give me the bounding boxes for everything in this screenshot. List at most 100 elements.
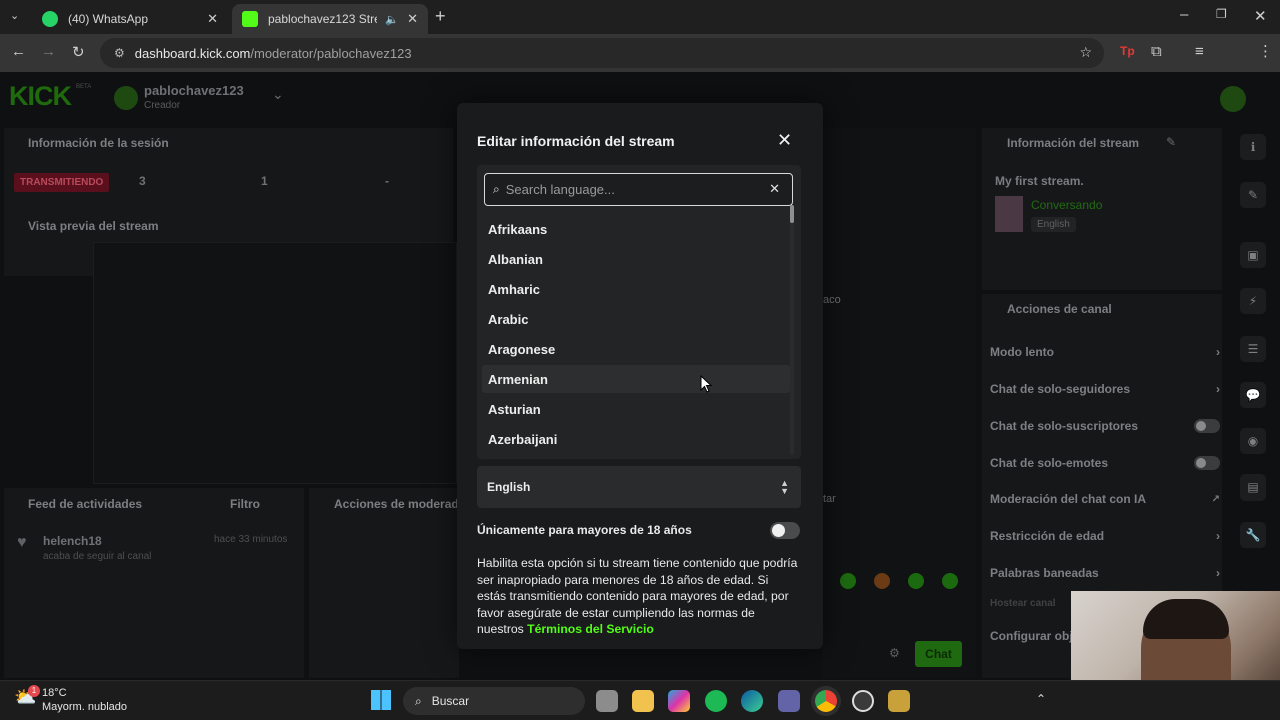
chat-send-button[interactable]: Chat xyxy=(915,641,962,667)
scrollbar-thumb[interactable] xyxy=(790,205,794,223)
edge-icon[interactable] xyxy=(741,690,763,712)
edit-stream-modal: Editar información del stream ✕ ⌕ ✕ Afri… xyxy=(457,103,823,649)
edit-icon[interactable]: ✎ xyxy=(1240,182,1266,208)
lightning-icon[interactable]: ⚡ xyxy=(1240,288,1266,314)
subscribers-only-toggle[interactable] xyxy=(1194,419,1220,433)
language-option[interactable]: Arabic xyxy=(482,305,790,333)
clear-search-icon[interactable]: ✕ xyxy=(769,181,780,197)
address-bar[interactable]: ⚙ dashboard.kick.com/moderator/pablochav… xyxy=(100,38,1104,68)
language-option[interactable]: Azerbaijani xyxy=(482,425,790,453)
mod-actions-title: Acciones de moderad xyxy=(334,497,459,511)
broadcast-icon[interactable]: ◉ xyxy=(1240,428,1266,454)
app-icon[interactable] xyxy=(888,690,910,712)
reload-icon[interactable]: ↻ xyxy=(72,43,85,61)
chat-bubble-icon[interactable]: 💬 xyxy=(1240,382,1266,408)
stream-preview[interactable] xyxy=(93,242,457,484)
taskbar-search[interactable]: ⌕ Buscar xyxy=(403,687,585,715)
chat-settings-icon[interactable]: ⚙ xyxy=(889,646,900,660)
chrome-menu-icon[interactable]: ⋮ xyxy=(1258,42,1273,60)
extensions-puzzle-icon[interactable]: ⧉ xyxy=(1151,43,1162,60)
language-option[interactable]: Amharic xyxy=(482,275,790,303)
close-icon[interactable]: ✕ xyxy=(407,11,418,27)
extension-tp-icon[interactable]: Tp xyxy=(1120,44,1135,58)
emotes-only-toggle[interactable] xyxy=(1194,456,1220,470)
tab-kick-stream[interactable]: pablochavez123 Stream - K 🔈 ✕ xyxy=(232,4,428,34)
bookmark-star-icon[interactable]: ☆ xyxy=(1079,44,1092,61)
action-subscribers-only[interactable]: Chat de solo-suscriptores xyxy=(990,419,1220,433)
session-title: Información de la sesión xyxy=(28,136,169,150)
edit-pencil-icon[interactable]: ✎ xyxy=(1166,135,1176,149)
kick-logo[interactable]: KICK xyxy=(9,81,72,112)
heart-icon: ♥ xyxy=(17,534,27,551)
site-info-icon[interactable]: ⚙ xyxy=(114,46,125,60)
wrench-icon[interactable]: 🔧 xyxy=(1240,522,1266,548)
feed-item-user[interactable]: helench18 xyxy=(43,534,102,548)
info-icon[interactable]: ℹ xyxy=(1240,134,1266,160)
language-select[interactable]: English ▲ ▼ xyxy=(477,466,801,508)
file-explorer-icon[interactable] xyxy=(632,690,654,712)
user-avatar[interactable] xyxy=(114,86,138,110)
language-search[interactable]: ⌕ ✕ xyxy=(484,173,793,206)
chat-panel xyxy=(822,128,976,678)
layout-icon[interactable]: ▤ xyxy=(1240,474,1266,500)
kick-icon xyxy=(242,11,258,27)
windows-start-icon[interactable] xyxy=(371,690,391,710)
obs-icon[interactable] xyxy=(852,690,874,712)
chrome-icon[interactable] xyxy=(815,690,837,712)
new-tab-icon[interactable]: + xyxy=(435,6,446,27)
emote-icon[interactable] xyxy=(840,573,856,589)
action-age-restriction[interactable]: Restricción de edad › xyxy=(990,529,1220,543)
mouse-cursor-icon xyxy=(700,375,712,393)
activity-feed-panel xyxy=(4,488,304,678)
forward-icon[interactable]: → xyxy=(41,43,56,60)
tab-search-icon[interactable]: ⌄ xyxy=(10,9,19,22)
close-icon[interactable]: ✕ xyxy=(777,130,792,151)
emote-icon[interactable] xyxy=(908,573,924,589)
language-option-hovered[interactable]: Armenian xyxy=(482,365,790,393)
teams-icon[interactable] xyxy=(778,690,800,712)
browser-toolbar: ← → ↻ ⚙ dashboard.kick.com/moderator/pab… xyxy=(0,34,1280,96)
header-avatar[interactable] xyxy=(1220,86,1246,112)
back-icon[interactable]: ← xyxy=(11,43,26,60)
close-icon[interactable]: ✕ xyxy=(207,11,218,27)
language-scrollbar[interactable] xyxy=(790,205,794,455)
language-option[interactable]: Aragonese xyxy=(482,335,790,363)
speaker-icon[interactable]: 🔈 xyxy=(385,13,399,26)
language-tag: English xyxy=(1031,217,1076,232)
search-icon: ⌕ xyxy=(415,693,422,708)
copilot-icon[interactable] xyxy=(668,690,690,712)
document-icon[interactable]: ☰ xyxy=(1240,336,1266,362)
media-control-icon[interactable]: ≡ xyxy=(1195,43,1204,60)
category-name[interactable]: Conversando xyxy=(1031,198,1102,212)
weather-desc: Mayorm. nublado xyxy=(42,701,127,713)
feed-item-text: acaba de seguir al canal xyxy=(43,551,152,562)
close-window-icon[interactable]: ✕ xyxy=(1254,7,1267,25)
chevron-down-icon[interactable]: ⌄ xyxy=(272,86,284,103)
terms-of-service-link[interactable]: Términos del Servicio xyxy=(527,622,654,636)
language-search-input[interactable] xyxy=(505,182,756,197)
camera-icon[interactable]: ▣ xyxy=(1240,242,1266,268)
emote-icon[interactable] xyxy=(874,573,890,589)
stat-viewers: 3 xyxy=(139,174,146,188)
feed-filter-button[interactable]: Filtro xyxy=(230,497,260,511)
tray-overflow-icon[interactable]: ⌃ xyxy=(1036,692,1046,706)
action-followers-only[interactable]: Chat de solo-seguidores › xyxy=(990,382,1220,396)
browser-tab-bar: ⌄ (40) WhatsApp ✕ pablochavez123 Stream … xyxy=(0,0,1280,34)
category-thumbnail xyxy=(995,196,1023,232)
language-option[interactable]: Albanian xyxy=(482,245,790,273)
language-option[interactable]: Asturian xyxy=(482,395,790,423)
maximize-icon[interactable]: ❐ xyxy=(1216,7,1227,21)
chevron-right-icon: › xyxy=(1216,345,1220,359)
emote-icon[interactable] xyxy=(942,573,958,589)
tab-whatsapp[interactable]: (40) WhatsApp ✕ xyxy=(32,4,228,34)
action-banned-words[interactable]: Palabras baneadas › xyxy=(990,566,1220,580)
task-view-icon[interactable] xyxy=(596,690,618,712)
action-ai-moderation[interactable]: Moderación del chat con IA ↗ xyxy=(990,492,1220,506)
action-slow-mode[interactable]: Modo lento › xyxy=(990,345,1220,359)
action-emotes-only[interactable]: Chat de solo-emotes xyxy=(990,456,1220,470)
language-option[interactable]: Afrikaans xyxy=(482,215,790,243)
adult-content-toggle[interactable] xyxy=(770,522,800,539)
minimize-icon[interactable]: – xyxy=(1180,6,1188,23)
spotify-icon[interactable] xyxy=(705,690,727,712)
selected-language: English xyxy=(487,480,531,494)
